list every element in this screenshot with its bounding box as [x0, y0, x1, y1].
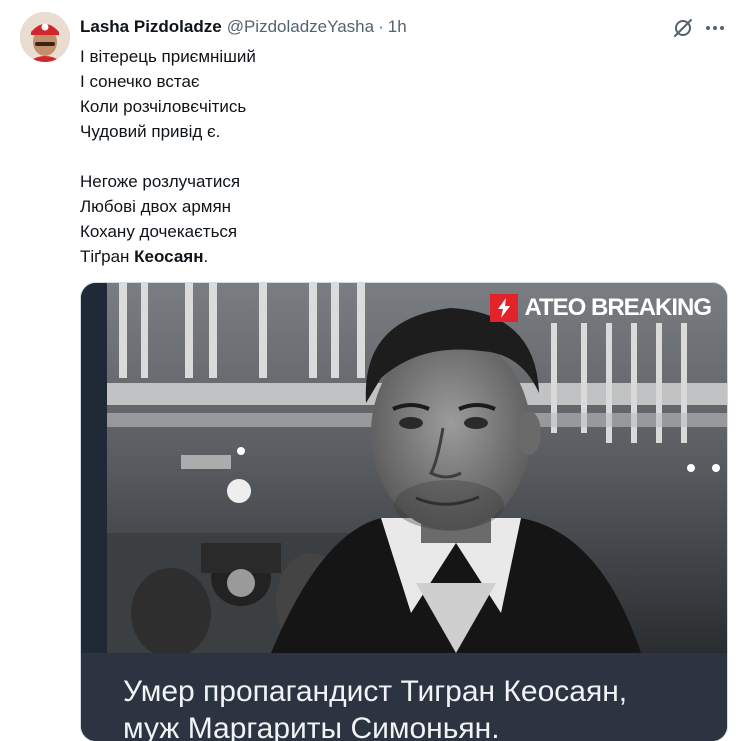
grok-icon	[674, 19, 692, 37]
brand-logo: ATEO BREAKING	[490, 293, 712, 323]
poem-line: Чудовий привід є.	[80, 122, 221, 141]
caption-line-2: муж Маргариты Симоньян.	[123, 712, 500, 741]
separator: ·	[378, 17, 384, 36]
last-line-prefix: Тіґран	[80, 247, 135, 266]
poem-line: Коли розчіловєчітись	[80, 97, 247, 116]
post-timestamp[interactable]: 1h	[388, 17, 407, 37]
media-caption: Умер пропагандист Тигран Кеосаян, муж Ма…	[81, 653, 727, 741]
poem-line: І сонечко встає	[80, 72, 200, 91]
last-line-suffix: .	[203, 247, 209, 266]
tweet-text: І вітерець приємніший І сонечко встає Ко…	[80, 44, 720, 269]
poem-line: І вітерець приємніший	[80, 47, 256, 66]
lightning-icon	[490, 294, 519, 322]
poem-last-line: Тіґран Кеосаян.	[80, 244, 720, 269]
author-display-name[interactable]: Lasha Pizdoladze	[80, 17, 222, 37]
author-handle[interactable]: @PizdoladzeYasha	[227, 17, 374, 37]
tweet-header: Lasha Pizdoladze @PizdoladzeYasha · 1h	[80, 16, 407, 38]
tweet[interactable]: Lasha Pizdoladze @PizdoladzeYasha · 1h І…	[0, 0, 755, 741]
media-image[interactable]: ATEO BREAKING Умер пропагандист Тигран К…	[80, 282, 728, 741]
last-line-bold: Кеосаян	[134, 247, 204, 266]
poem-line: Любові двох армян	[80, 197, 232, 216]
stanza-break	[80, 144, 720, 169]
poem-line: Кохану дочекається	[80, 222, 238, 241]
avatar[interactable]	[20, 12, 70, 62]
grok-button[interactable]	[670, 15, 696, 41]
more-dots-icon	[706, 26, 724, 30]
avatar-image	[20, 12, 70, 62]
poem-line: Негоже розлучатися	[80, 172, 241, 191]
caption-line-1: Умер пропагандист Тигран Кеосаян,	[123, 675, 628, 708]
more-button[interactable]	[702, 15, 728, 41]
brand-text: ATEO BREAKING	[524, 294, 712, 321]
